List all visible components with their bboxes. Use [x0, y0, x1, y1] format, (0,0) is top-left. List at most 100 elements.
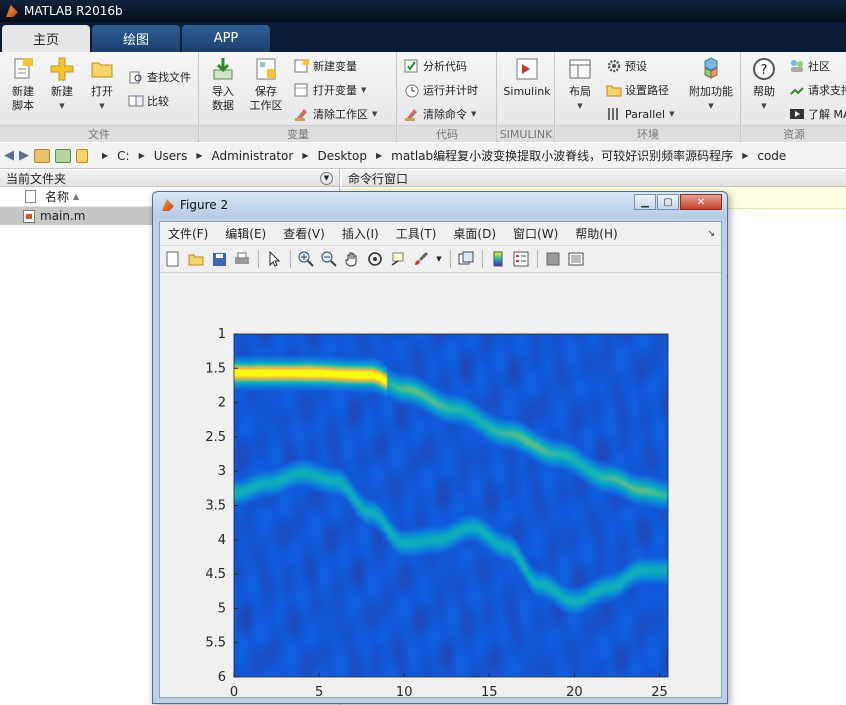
- new-figure-icon[interactable]: [164, 250, 182, 268]
- hide-plot-tools-icon[interactable]: [544, 250, 562, 268]
- request-support-button[interactable]: 请求支持: [789, 82, 846, 98]
- address-bar: ◀ ▶ ▶ C: ▶ Users ▶ Administrator ▶ Deskt…: [0, 143, 846, 169]
- pointer-icon[interactable]: [265, 250, 283, 268]
- breadcrumb-item[interactable]: Administrator: [212, 149, 294, 163]
- breadcrumb-item[interactable]: Users: [154, 149, 188, 163]
- simulink-button[interactable]: Simulink: [502, 56, 552, 99]
- breadcrumb: ▶ C: ▶ Users ▶ Administrator ▶ Desktop ▶…: [93, 147, 786, 164]
- save-workspace-icon: [256, 58, 276, 80]
- run-and-time-icon: [405, 84, 419, 98]
- figure-window: Figure 2 ▁ ▢ ✕ 文件(F) 编辑(E) 查看(V) 插入(I) 工…: [152, 191, 728, 704]
- figure-toolbar: ▼: [160, 246, 721, 273]
- minimize-icon[interactable]: ▁: [634, 194, 656, 210]
- new-script-label: 新建 脚本: [12, 85, 34, 112]
- community-button[interactable]: 社区: [789, 58, 830, 74]
- help-button[interactable]: ? 帮助 ▼: [748, 56, 780, 113]
- y-tick-label: 1: [218, 327, 226, 342]
- tab-apps[interactable]: APP: [182, 25, 270, 52]
- menu-file[interactable]: 文件(F): [168, 225, 208, 242]
- breadcrumb-item[interactable]: matlab编程复小波变换提取小波脊线，可较好识别频率源码程序: [391, 147, 733, 164]
- menu-window[interactable]: 窗口(W): [513, 225, 558, 242]
- new-script-button[interactable]: 新建 脚本: [6, 56, 40, 113]
- request-support-icon: [790, 87, 804, 95]
- open-button[interactable]: 打开 ▼: [86, 56, 118, 113]
- new-button[interactable]: 新建 ▼: [46, 56, 78, 113]
- clear-commands-button[interactable]: 清除命令 ▼: [404, 106, 476, 122]
- legend-icon[interactable]: [512, 250, 530, 268]
- y-tick-label: 4: [218, 533, 226, 548]
- brush-dropdown-icon[interactable]: ▼: [435, 250, 443, 268]
- menu-desktop[interactable]: 桌面(D): [453, 225, 496, 242]
- group-code: 分析代码 运行并计时 清除命令 ▼ 代码: [398, 52, 497, 142]
- save-workspace-button[interactable]: 保存 工作区: [246, 56, 286, 113]
- set-path-button[interactable]: 设置路径: [606, 82, 669, 98]
- current-folder-header: 当前文件夹 ▼: [0, 170, 339, 187]
- add-ons-button[interactable]: 附加功能 ▼: [686, 56, 736, 113]
- save-icon[interactable]: [210, 250, 228, 268]
- zoom-out-icon[interactable]: [320, 250, 338, 268]
- open-variable-button[interactable]: 打开变量 ▼: [294, 82, 366, 98]
- x-tick-label: 20: [566, 685, 583, 697]
- dock-arrow-icon[interactable]: ↘: [707, 229, 715, 239]
- new-variable-button[interactable]: 新建变量: [294, 58, 357, 74]
- brush-icon[interactable]: [412, 250, 430, 268]
- open-file-icon[interactable]: [187, 250, 205, 268]
- group-environment-label: 环境: [556, 125, 740, 142]
- import-data-button[interactable]: 导入 数据: [206, 56, 240, 113]
- browse-folder-icon[interactable]: [55, 148, 71, 163]
- y-tick-label: 2: [218, 396, 226, 411]
- app-titlebar: MATLAB R2016b: [0, 0, 846, 22]
- back-arrow-icon[interactable]: ◀: [4, 148, 14, 163]
- help-label: 帮助: [753, 85, 775, 98]
- parallel-button[interactable]: Parallel ▼: [606, 106, 674, 122]
- layout-button[interactable]: 布局 ▼: [562, 56, 598, 113]
- breadcrumb-chevron-icon: ▶: [196, 151, 203, 160]
- menu-insert[interactable]: 插入(I): [342, 225, 379, 242]
- print-icon[interactable]: [233, 250, 251, 268]
- learn-matlab-label: 了解 MATLAB: [808, 108, 846, 121]
- clear-workspace-button[interactable]: 清除工作区 ▼: [294, 106, 377, 122]
- zoom-in-icon[interactable]: [297, 250, 315, 268]
- tab-plots[interactable]: 绘图: [92, 25, 180, 52]
- analyze-code-button[interactable]: 分析代码: [404, 58, 467, 74]
- preferences-button[interactable]: 预设: [606, 58, 647, 74]
- rotate-3d-icon[interactable]: [366, 250, 384, 268]
- forward-arrow-icon[interactable]: ▶: [19, 148, 29, 163]
- compare-button[interactable]: 比较: [128, 93, 169, 109]
- close-icon[interactable]: ✕: [680, 194, 722, 210]
- layout-icon: [569, 59, 591, 79]
- figure-titlebar[interactable]: Figure 2 ▁ ▢ ✕: [153, 192, 727, 218]
- tab-home[interactable]: 主页: [2, 25, 90, 52]
- menu-tools[interactable]: 工具(T): [396, 225, 437, 242]
- colorbar-icon[interactable]: [489, 250, 507, 268]
- breadcrumb-chevron-icon: ▶: [102, 151, 109, 160]
- show-plot-tools-icon[interactable]: [567, 250, 585, 268]
- open-dropdown-icon: ▼: [99, 102, 105, 110]
- up-folder-icon[interactable]: [34, 148, 50, 163]
- group-file: 新建 脚本 新建 ▼ 打开 ▼ 查找文件 比较 文件: [0, 52, 199, 142]
- panel-menu-chevron-icon[interactable]: ▼: [320, 171, 333, 185]
- open-variable-icon: [294, 83, 308, 97]
- breadcrumb-item[interactable]: code: [757, 149, 786, 163]
- menu-help[interactable]: 帮助(H): [575, 225, 617, 242]
- figure-body: 文件(F) 编辑(E) 查看(V) 插入(I) 工具(T) 桌面(D) 窗口(W…: [159, 221, 722, 700]
- learn-matlab-icon: [790, 109, 804, 119]
- new-variable-icon: [294, 59, 309, 73]
- data-cursor-icon[interactable]: [389, 250, 407, 268]
- menu-edit[interactable]: 编辑(E): [225, 225, 266, 242]
- find-files-button[interactable]: 查找文件: [128, 69, 191, 85]
- menu-view[interactable]: 查看(V): [283, 225, 325, 242]
- link-plot-icon[interactable]: [457, 250, 475, 268]
- breadcrumb-item[interactable]: Desktop: [317, 149, 367, 163]
- add-ons-dropdown-icon: ▼: [708, 102, 714, 110]
- pan-hand-icon[interactable]: [343, 250, 361, 268]
- group-file-label: 文件: [0, 125, 198, 142]
- maximize-icon[interactable]: ▢: [657, 194, 679, 210]
- analyze-code-label: 分析代码: [423, 60, 467, 73]
- run-and-time-button[interactable]: 运行并计时: [404, 82, 478, 98]
- sort-ascending-icon: ▲: [73, 192, 80, 201]
- breadcrumb-item[interactable]: C:: [117, 149, 129, 163]
- learn-matlab-button[interactable]: 了解 MATLAB: [789, 106, 846, 122]
- x-tick-label: 5: [315, 685, 323, 697]
- group-simulink-label: SIMULINK: [498, 125, 554, 142]
